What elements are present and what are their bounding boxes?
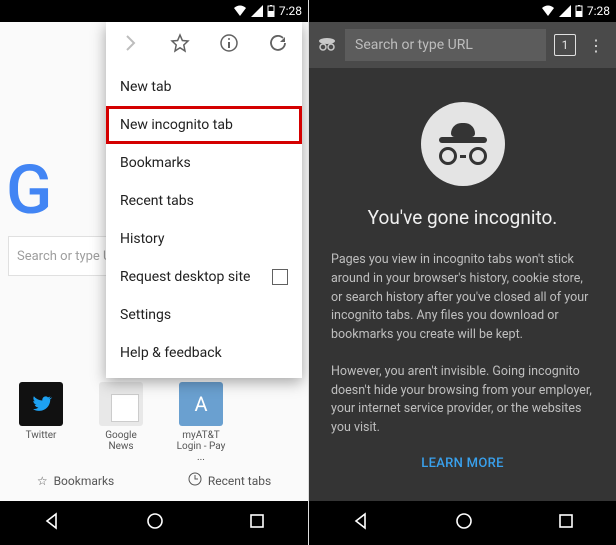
recent-tabs-link[interactable]: Recent tabs — [188, 472, 271, 489]
menu-item-new-tab[interactable]: New tab — [106, 68, 302, 106]
nav-home-icon[interactable] — [454, 511, 474, 535]
shortcut-myatt[interactable]: A myAT&T Login - Pay ... — [172, 382, 230, 463]
incognito-surface: Search or type URL 1 ⋮ You've gone incog… — [309, 22, 616, 501]
bookmarks-link[interactable]: ☆ Bookmarks — [37, 472, 114, 489]
status-bar: 7:28 — [0, 0, 308, 22]
nav-home-icon[interactable] — [145, 511, 165, 535]
star-icon[interactable] — [170, 33, 190, 57]
shortcut-google-news[interactable]: Google News — [92, 382, 150, 463]
menu-toolbar — [106, 22, 302, 68]
status-time: 7:28 — [587, 4, 610, 18]
more-menu-icon[interactable]: ⋮ — [584, 36, 608, 55]
incognito-paragraph-2: However, you aren't invisible. Going inc… — [309, 363, 616, 438]
checkbox-icon[interactable] — [272, 269, 288, 285]
overflow-menu: New tab New incognito tab Bookmarks Rece… — [106, 22, 302, 378]
bottom-links: ☆ Bookmarks Recent tabs — [0, 472, 308, 489]
incognito-content: You've gone incognito. Pages you view in… — [309, 68, 616, 471]
nav-recent-icon[interactable] — [557, 512, 575, 534]
menu-item-history[interactable]: History — [106, 220, 302, 258]
shortcut-label: Google News — [92, 430, 150, 452]
menu-item-bookmarks[interactable]: Bookmarks — [106, 144, 302, 182]
menu-item-settings[interactable]: Settings — [106, 296, 302, 334]
signal-icon — [559, 5, 571, 17]
menu-item-request-desktop-site[interactable]: Request desktop site — [106, 258, 302, 296]
wifi-icon — [233, 5, 247, 17]
android-navbar — [0, 501, 308, 545]
att-icon: A — [179, 382, 223, 426]
incognito-paragraph-1: Pages you view in incognito tabs won't s… — [309, 251, 616, 345]
nav-back-icon[interactable] — [42, 511, 62, 535]
shortcut-label: myAT&T Login - Pay ... — [172, 430, 230, 463]
incognito-icon — [317, 33, 337, 57]
incognito-spy-icon — [421, 102, 505, 186]
info-icon[interactable] — [219, 33, 239, 57]
shortcut-twitter[interactable]: Twitter — [12, 382, 70, 463]
google-news-icon — [99, 382, 143, 426]
android-navbar — [309, 501, 616, 545]
menu-item-recent-tabs[interactable]: Recent tabs — [106, 182, 302, 220]
menu-item-new-incognito-tab[interactable]: New incognito tab — [106, 106, 302, 144]
shortcuts-row: Twitter Google News A myAT&T Login - Pay… — [12, 382, 230, 463]
wifi-icon — [541, 5, 555, 17]
shortcut-label: Twitter — [12, 430, 70, 441]
nav-back-icon[interactable] — [351, 511, 371, 535]
google-logo: G — [6, 150, 52, 230]
learn-more-link[interactable]: LEARN MORE — [309, 456, 616, 471]
forward-icon[interactable] — [121, 33, 141, 57]
toolbar: Search or type URL 1 ⋮ — [309, 22, 616, 68]
phone-left: 7:28 G Search or type U Twitter Google N… — [0, 0, 308, 545]
incognito-title: You've gone incognito. — [309, 206, 616, 229]
phone-right: 7:28 Search or type URL 1 ⋮ You've gone … — [308, 0, 616, 545]
battery-icon — [575, 5, 583, 17]
status-bar: 7:28 — [309, 0, 616, 22]
refresh-icon[interactable] — [268, 33, 288, 57]
omnibox-input[interactable]: Search or type URL — [345, 29, 546, 61]
twitter-icon — [19, 382, 63, 426]
status-time: 7:28 — [279, 4, 302, 18]
menu-item-help-feedback[interactable]: Help & feedback — [106, 334, 302, 372]
tab-switcher-button[interactable]: 1 — [554, 34, 576, 56]
signal-icon — [251, 5, 263, 17]
clock-icon — [188, 472, 202, 489]
star-icon: ☆ — [37, 474, 48, 488]
nav-recent-icon[interactable] — [248, 512, 266, 534]
search-input[interactable]: Search or type U — [8, 236, 118, 276]
battery-icon — [267, 5, 275, 17]
